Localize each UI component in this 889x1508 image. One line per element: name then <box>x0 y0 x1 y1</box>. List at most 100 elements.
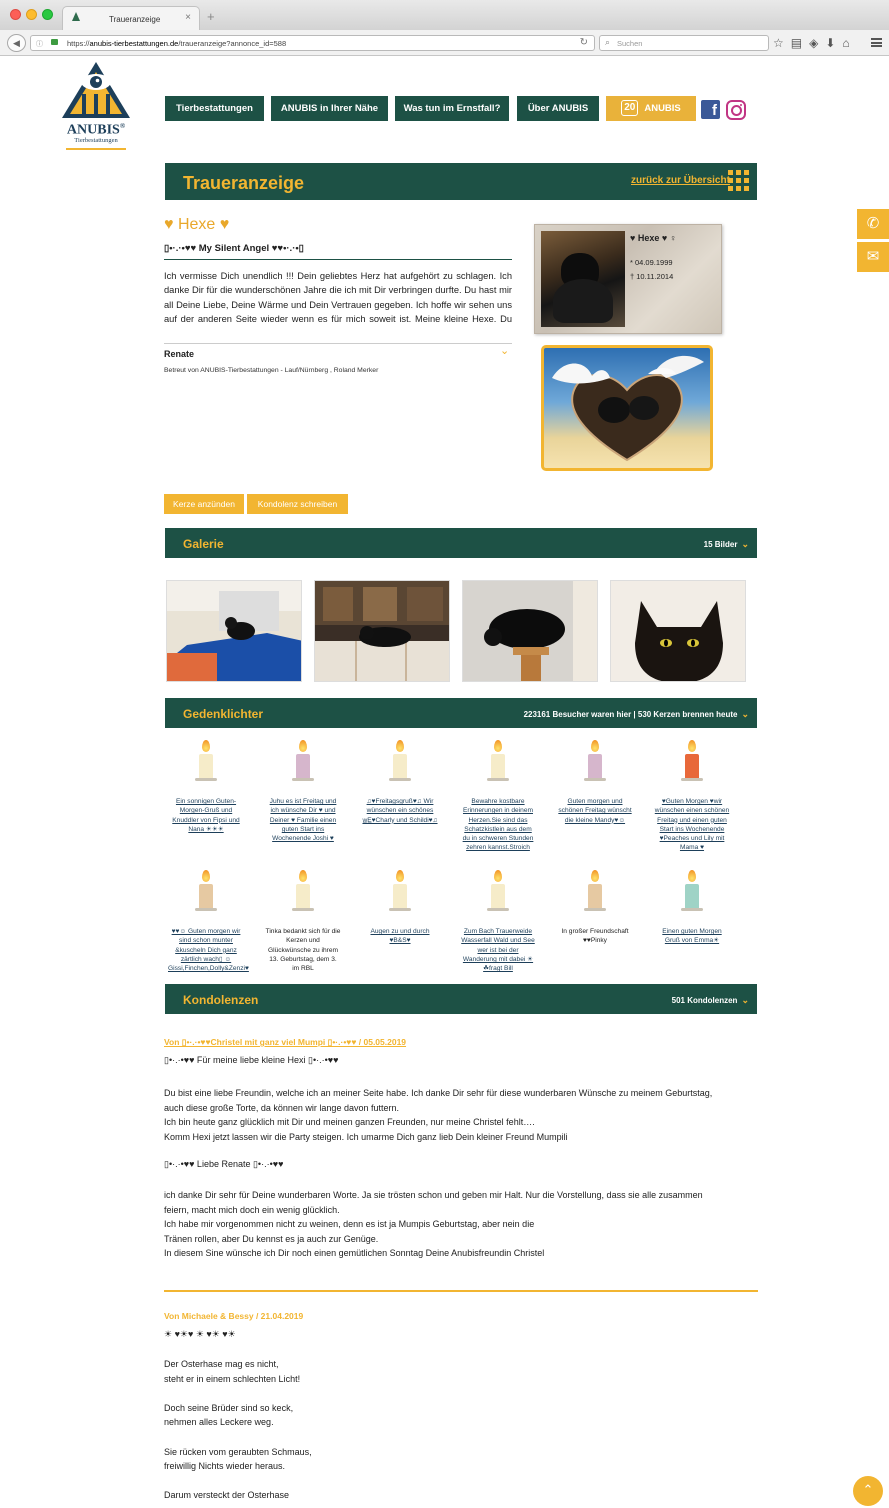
candle-item[interactable]: Einen guten Morgen Gruß von Emma☀ <box>654 870 730 946</box>
candle-item[interactable]: Ein sonnigen Guten-Morgen-Gruß und Knudd… <box>168 740 244 834</box>
condolence-text-line: nehmen alles Leckere weg. <box>164 1417 274 1428</box>
cat-on-blue-blanket-photo <box>167 581 301 681</box>
back-arrow-icon: ◀ <box>13 38 20 48</box>
toolbar-icons[interactable]: ☆▤◈⬇⌂ <box>773 36 857 50</box>
candle-item[interactable]: Tinka bedankt sich für die Kerzen und Gl… <box>265 870 341 973</box>
divider <box>164 343 512 344</box>
reload-icon[interactable]: ↻ <box>580 37 588 48</box>
condolence-text-line: Doch seine Brüder sind so keck, <box>164 1402 294 1413</box>
nav-anubis-in-ihrer-naehe[interactable]: ANUBIS in Ihrer Nähe <box>271 96 388 121</box>
condolence-text-line: Komm Hexi jetzt lassen wir die Party ste… <box>164 1131 568 1142</box>
search-input[interactable]: ⌕ Suchen <box>599 35 769 51</box>
candle-message[interactable]: Zum Bach Trauerweide Wasserfall Wald und… <box>460 927 536 973</box>
candle-item[interactable]: ♫♥Freitagsgruß♥♫ Wir wünschen ein schöne… <box>362 740 438 825</box>
candle-item[interactable]: ♥♥☺ Guten morgen wir sind schon munter &… <box>168 870 249 973</box>
browser-tab[interactable]: Traueranzeige × <box>62 6 200 30</box>
doves-heart-image[interactable] <box>541 345 713 471</box>
info-icon: ⓘ <box>36 41 43 48</box>
gallery-photo[interactable] <box>462 580 598 682</box>
download-icon[interactable]: ⬇ <box>825 36 842 50</box>
candle-item[interactable]: ♥Guten Morgen ♥wir wünschen einen schöne… <box>654 740 730 853</box>
tab-close-icon[interactable]: × <box>185 12 191 23</box>
condolence-author[interactable]: Von ▯•·.·•♥♥Christel mit ganz viel Mumpi… <box>164 1037 406 1048</box>
condolences-count: 501 Kondolenzen ⌄ <box>671 995 749 1005</box>
candle-item[interactable]: Guten morgen und schönen Freitag wünscht… <box>557 740 633 825</box>
memorial-card: ♥ Hexe ♥ ♀ * 04.09.1999 † 10.11.2014 <box>534 224 722 334</box>
candle-icon <box>584 870 606 911</box>
home-icon[interactable]: ⌂ <box>842 36 856 50</box>
minimize-window-button[interactable] <box>26 9 37 20</box>
candle-item[interactable]: Bewahre kostbare Erinnerungen in deinem … <box>460 740 536 853</box>
chevron-down-icon: ⌄ <box>741 709 749 719</box>
logo-subtitle: Tierbestattungen <box>74 137 118 144</box>
candle-message[interactable]: Bewahre kostbare Erinnerungen in deinem … <box>460 797 536 853</box>
condolence-text-line: feiern, macht mich doch ein wenig glückl… <box>164 1204 340 1215</box>
candle-item[interactable]: In großer Freundschaft ♥♥Pinky <box>557 870 633 946</box>
condolence-text-line: Der Osterhase mag es nicht, <box>164 1359 279 1369</box>
email-contact-button[interactable]: ✉ <box>857 242 889 272</box>
candle-message[interactable]: Augen zu und durch ♥B&S♥ <box>362 927 438 946</box>
candle-message[interactable]: Ein sonnigen Guten-Morgen-Gruß und Knudd… <box>168 797 244 834</box>
phone-contact-button[interactable]: ✆ <box>857 209 889 239</box>
candle-icon <box>195 870 217 911</box>
instagram-icon[interactable] <box>726 100 746 120</box>
grid-overview-icon[interactable] <box>728 170 750 192</box>
condolence-text-line: Ich bin heute ganz glücklich mit Dir und… <box>164 1117 535 1128</box>
candle-message: In großer Freundschaft ♥♥Pinky <box>561 928 629 945</box>
condolence-greeting: ☀ ♥☀♥ ☀ ♥☀ ♥☀ <box>164 1329 236 1339</box>
nav-was-tun-im-ernstfall[interactable]: Was tun im Ernstfall? <box>395 96 509 121</box>
back-button[interactable]: ◀ <box>7 34 26 52</box>
pocket-icon[interactable]: ◈ <box>809 36 825 50</box>
reading-list-icon[interactable]: ▤ <box>791 36 809 50</box>
address-bar[interactable]: ⓘ https://anubis-tierbestattungen.de/tra… <box>30 35 595 51</box>
candle-icon <box>292 870 314 911</box>
write-condolence-button[interactable]: Kondolenz schreiben <box>247 494 348 514</box>
candle-message[interactable]: ♥Guten Morgen ♥wir wünschen einen schöne… <box>654 797 730 853</box>
back-to-overview-link[interactable]: zurück zur Übersicht <box>631 175 730 186</box>
condolence-text-line: auch diese große Torte, da können wir la… <box>164 1102 399 1113</box>
close-window-button[interactable] <box>10 9 21 20</box>
candle-message[interactable]: ♫♥Freitagsgruß♥♫ Wir wünschen ein schöne… <box>362 797 438 825</box>
new-tab-button[interactable]: + <box>207 9 215 24</box>
logo-underline <box>66 148 126 150</box>
condolence-separator <box>164 1290 758 1292</box>
facebook-icon[interactable]: f <box>701 100 720 119</box>
search-icon: ⌕ <box>605 37 611 47</box>
url-text: https://anubis-tierbestattungen.de/traue… <box>67 39 287 48</box>
condolence-text-line: ich danke Dir sehr für Deine wunderbaren… <box>164 1190 703 1200</box>
scroll-to-top-button[interactable]: ⌃ <box>853 1476 883 1506</box>
gallery-photo[interactable] <box>166 580 302 682</box>
candle-icon <box>487 870 509 911</box>
candles-header[interactable]: Gedenklichter 223161 Besucher waren hier… <box>165 698 757 728</box>
candle-icon <box>584 740 606 781</box>
gallery-title: Galerie <box>183 537 224 551</box>
candles-stats: 223161 Besucher waren hier | 530 Kerzen … <box>523 709 749 719</box>
candle-message[interactable]: ♥♥☺ Guten morgen wir sind schon munter &… <box>168 927 249 973</box>
menu-icon[interactable] <box>871 38 882 47</box>
candles-title: Gedenklichter <box>183 707 264 721</box>
candle-message[interactable]: Guten morgen und schönen Freitag wünscht… <box>557 797 633 825</box>
candle-message[interactable]: Einen guten Morgen Gruß von Emma☀ <box>654 927 730 946</box>
candle-message[interactable]: Juhu es ist Freitag und ich wünsche Dir … <box>265 797 341 843</box>
candle-item[interactable]: Zum Bach Trauerweide Wasserfall Wald und… <box>460 870 536 973</box>
nav-tierbestattungen[interactable]: Tierbestattungen <box>165 96 264 121</box>
anubis-logo[interactable]: ANUBIS® Tierbestattungen <box>60 60 132 152</box>
gallery-header[interactable]: Galerie 15 Bilder ⌄ <box>165 528 757 558</box>
candle-item[interactable]: Juhu es ist Freitag und ich wünsche Dir … <box>265 740 341 843</box>
condolence-text-line: freiwillig Nichts wieder heraus. <box>164 1461 286 1472</box>
bookmark-star-icon[interactable]: ☆ <box>773 36 791 50</box>
condolence-text-line: steht er in einem schlechten Licht! <box>164 1373 301 1384</box>
condolences-header[interactable]: Kondolenzen 501 Kondolenzen ⌄ <box>165 984 757 1014</box>
condolence-text-line: Ich habe mir vorgenommen nicht zu weinen… <box>164 1219 535 1230</box>
light-candle-button[interactable]: Kerze anzünden <box>164 494 244 514</box>
page-title: Traueranzeige <box>183 173 305 193</box>
expand-text-chevron-down-icon[interactable]: ⌄ <box>500 344 509 357</box>
gallery-photo[interactable] <box>314 580 450 682</box>
nav-20-jahre-anubis[interactable]: 20 ANUBIS <box>606 96 696 121</box>
condolences-title: Kondolenzen <box>183 993 259 1007</box>
maximize-window-button[interactable] <box>42 9 53 20</box>
candle-item[interactable]: Augen zu und durch ♥B&S♥ <box>362 870 438 946</box>
nav-ueber-anubis[interactable]: Über ANUBIS <box>517 96 599 121</box>
memorial-text: Ich vermisse Dich unendlich !!! Dein gel… <box>164 271 512 325</box>
gallery-photo[interactable] <box>610 580 746 682</box>
